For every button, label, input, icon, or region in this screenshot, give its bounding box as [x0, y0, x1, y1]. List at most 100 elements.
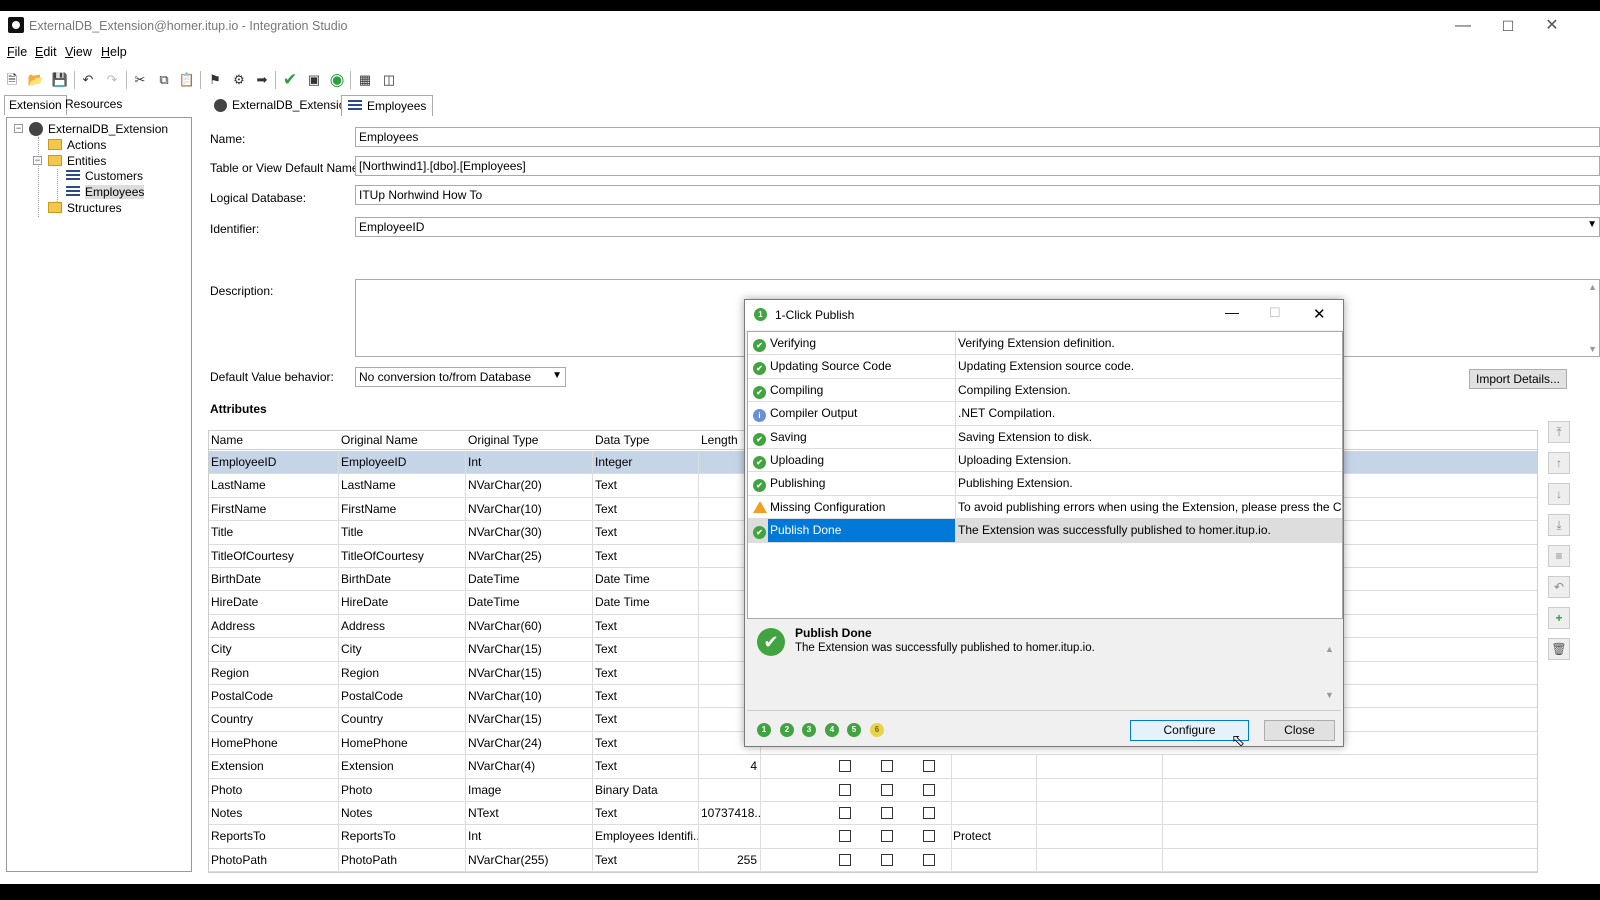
tree-employees[interactable]: Employees	[66, 184, 145, 200]
table-row[interactable]: Photo Photo Image Binary Data	[209, 778, 1537, 802]
collapse-entities-icon[interactable]: −	[33, 156, 42, 165]
table-name-input[interactable]: [Northwind1].[dbo].[Employees]	[355, 156, 1600, 176]
app-window: ExternalDB_Extension@homer.itup.io - Int…	[0, 11, 1600, 884]
tab-extension[interactable]: Extension	[4, 95, 67, 115]
merge-icon[interactable]: ◫	[379, 70, 399, 90]
attribute-checkbox[interactable]	[923, 760, 935, 773]
attribute-checkbox[interactable]	[923, 853, 935, 866]
menu-file[interactable]: File	[7, 45, 27, 59]
table-row[interactable]: Notes Notes NText Text 10737418...	[209, 802, 1537, 826]
table-row[interactable]: Extension Extension NVarChar(4) Text 4	[209, 755, 1537, 779]
col-header-original-type[interactable]: Original Type	[466, 431, 538, 450]
move-up-icon[interactable]: ↑	[1548, 452, 1570, 474]
minimize-icon[interactable]: —	[1448, 15, 1478, 37]
dialog-minimize-icon[interactable]: —	[1225, 304, 1239, 320]
col-header-name[interactable]: Name	[209, 431, 243, 450]
verify-icon[interactable]: ✔	[280, 70, 300, 90]
open-folder-icon[interactable]: 📂	[26, 70, 46, 90]
settings-gear-icon[interactable]: ⚙	[229, 70, 249, 90]
publish-step-row[interactable]: ✔ Updating Source Code Updating Extension …	[748, 355, 1342, 379]
attribute-checkbox[interactable]	[881, 853, 893, 866]
compare-icon[interactable]: ▦	[355, 70, 375, 90]
publish-step-row[interactable]: i Compiler Output .NET Compilation.	[748, 402, 1342, 426]
menu-help[interactable]: Help	[101, 45, 127, 59]
attribute-checkbox[interactable]	[839, 783, 851, 796]
maximize-icon[interactable]: ☐	[1493, 15, 1523, 37]
collapse-root-icon[interactable]: −	[14, 124, 23, 133]
default-value-select[interactable]: No conversion to/from Database ▼	[355, 367, 566, 387]
table-row[interactable]: PhotoPath PhotoPath NVarChar(255) Text 255	[209, 848, 1537, 872]
col-header-length[interactable]: Length	[699, 431, 738, 450]
cut-icon[interactable]: ✂	[130, 70, 150, 90]
result-scroll-down-icon[interactable]: ▼	[1325, 690, 1334, 700]
logical-database-input[interactable]: ITUp Norhwind How To	[355, 185, 1600, 205]
attribute-checkbox[interactable]	[881, 807, 893, 819]
publish-step-row[interactable]: Missing Configuration To avoid publishing…	[748, 495, 1342, 520]
table-cell: Text	[593, 708, 699, 732]
step-ok-icon: ✔	[753, 337, 766, 352]
table-cell: Country	[209, 708, 339, 732]
step-description: Compiling Extension.	[958, 382, 1071, 397]
scroll-up-icon[interactable]: ▲	[1588, 282, 1597, 292]
tree-structures[interactable]: Structures	[48, 200, 122, 216]
new-file-icon[interactable]: 🗎	[2, 70, 22, 90]
dialog-close-icon[interactable]: ✕	[1313, 305, 1326, 323]
add-attribute-icon[interactable]: +	[1548, 607, 1570, 629]
menu-edit[interactable]: Edit	[35, 45, 57, 59]
move-down-icon[interactable]: ↓	[1548, 483, 1570, 505]
paste-icon[interactable]: 📋	[177, 70, 197, 90]
undo-attribute-icon[interactable]: ↶	[1548, 576, 1570, 598]
import-details-button[interactable]: Import Details...	[1469, 369, 1567, 389]
attribute-checkbox[interactable]	[923, 783, 935, 796]
tree-actions[interactable]: Actions	[48, 137, 106, 153]
attribute-checkbox[interactable]	[923, 807, 935, 819]
publish-step-row[interactable]: ✔ Publishing Publishing Extension.	[748, 472, 1342, 496]
title-bar: ExternalDB_Extension@homer.itup.io - Int…	[0, 11, 1600, 41]
step-description: Publishing Extension.	[958, 476, 1073, 491]
publish-step-row[interactable]: ✔ Verifying Verifying Extension definition…	[748, 332, 1342, 356]
attribute-checkbox[interactable]	[839, 760, 851, 773]
move-bottom-icon[interactable]: ⤓	[1548, 514, 1570, 536]
arrow-down-icon[interactable]: ➡	[252, 70, 272, 90]
find-icon[interactable]: ⚑	[205, 70, 225, 90]
table-row[interactable]: ReportsTo ReportsTo Int Employees Identifi.…	[209, 825, 1537, 849]
col-header-original-name[interactable]: Original Name	[339, 431, 418, 450]
tab-employees[interactable]: Employees	[341, 95, 434, 116]
save-icon[interactable]: 💾	[50, 70, 70, 90]
attribute-checkbox[interactable]	[923, 830, 935, 843]
close-icon[interactable]: ✕	[1537, 15, 1567, 37]
identifier-select[interactable]: EmployeeID ▼	[355, 217, 1600, 237]
tree-entities[interactable]: Entities	[48, 153, 106, 169]
step-name: Verifying	[768, 332, 956, 355]
publish-icon[interactable]: ▣	[304, 70, 324, 90]
one-click-publish-icon[interactable]: ◉	[327, 70, 347, 90]
tree-customers[interactable]: Customers	[66, 168, 143, 184]
publish-step-row[interactable]: ✔ Uploading Uploading Extension.	[748, 449, 1342, 473]
publish-step-row[interactable]: ✔ Saving Saving Extension to disk.	[748, 425, 1342, 449]
tab-externaldb-extension[interactable]: ExternalDB_Extension	[208, 95, 358, 116]
tab-resources[interactable]: Resources	[61, 95, 126, 115]
attribute-checkbox[interactable]	[839, 830, 851, 843]
attribute-checkbox[interactable]	[839, 853, 851, 866]
close-button[interactable]: Close	[1264, 720, 1335, 741]
attribute-checkbox[interactable]	[881, 760, 893, 773]
name-input[interactable]: Employees	[355, 127, 1600, 147]
undo-icon[interactable]: ↶	[78, 70, 98, 90]
menu-view[interactable]: View	[65, 45, 92, 59]
scroll-down-icon[interactable]: ▼	[1588, 344, 1597, 354]
copy-icon[interactable]: ⧉	[154, 70, 174, 90]
publish-step-row[interactable]: ✔ Compiling Compiling Extension.	[748, 378, 1342, 403]
step-description: Saving Extension to disk.	[958, 429, 1093, 444]
tree-root[interactable]: ExternalDB_Extension	[29, 121, 168, 137]
list-icon[interactable]: ≡	[1548, 545, 1570, 567]
redo-icon[interactable]: ↷	[102, 70, 122, 90]
delete-attribute-icon[interactable]: 🗑	[1548, 638, 1570, 660]
col-header-data-type[interactable]: Data Type	[593, 431, 649, 450]
attribute-checkbox[interactable]	[881, 830, 893, 843]
move-top-icon[interactable]: ⤒	[1548, 421, 1570, 443]
publish-step-row[interactable]: ✔ Publish Done The Extension was successfu…	[748, 519, 1342, 543]
result-scroll-up-icon[interactable]: ▲	[1325, 644, 1334, 654]
attribute-checkbox[interactable]	[839, 807, 851, 819]
attribute-checkbox[interactable]	[881, 783, 893, 796]
table-cell: Country	[339, 708, 466, 732]
